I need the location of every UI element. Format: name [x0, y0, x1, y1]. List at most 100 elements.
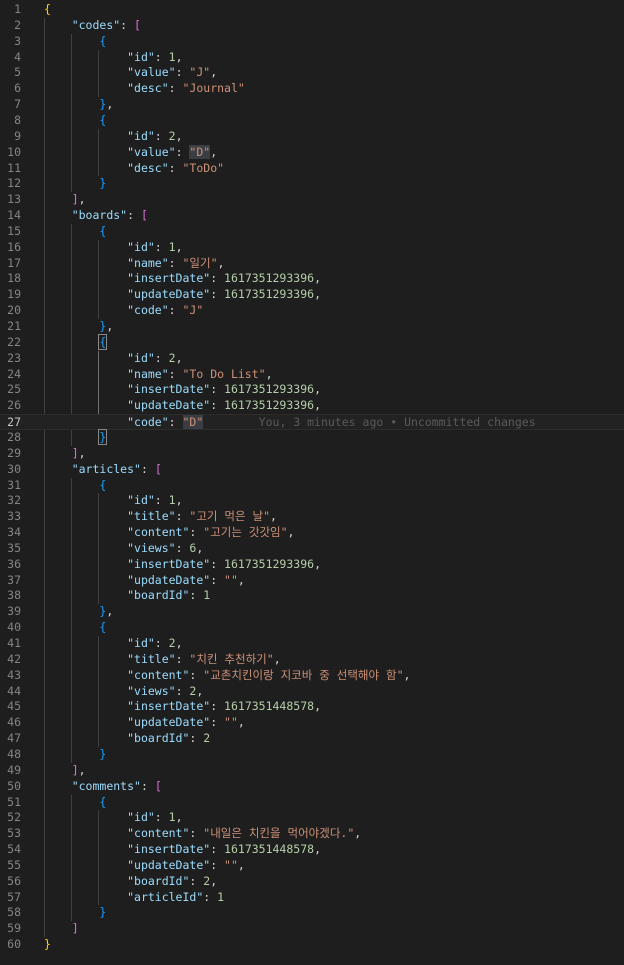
code-line[interactable]: 57 "articleId": 1 — [0, 890, 624, 906]
code-line[interactable]: 4 "id": 1, — [0, 50, 624, 66]
code-line[interactable]: 48 } — [0, 747, 624, 763]
code-line[interactable]: 11 "desc": "ToDo" — [0, 161, 624, 177]
code-line[interactable]: 36 "insertDate": 1617351293396, — [0, 557, 624, 573]
code-line[interactable]: 25 "insertDate": 1617351293396, — [0, 382, 624, 398]
code-line[interactable]: 3 { — [0, 34, 624, 50]
code-token: "고기 먹은 날" — [189, 509, 271, 524]
code-line[interactable]: 42 "title": "치킨 추천하기", — [0, 652, 624, 668]
code-token: : — [168, 255, 183, 270]
code-token: "" — [224, 857, 238, 872]
code-line[interactable]: 1{ — [0, 2, 624, 18]
code-token: { — [99, 477, 107, 492]
code-line[interactable]: 44 "views": 2, — [0, 684, 624, 700]
code-token: "id" — [127, 810, 155, 825]
code-line[interactable]: 49 ], — [0, 763, 624, 779]
code-token: : — [168, 81, 183, 96]
line-code: "updateDate": 1617351293396, — [44, 398, 321, 414]
code-line[interactable]: 32 "id": 1, — [0, 493, 624, 509]
code-token: : — [140, 778, 155, 793]
code-token: : — [154, 128, 169, 143]
code-token: : — [140, 461, 155, 476]
code-line[interactable]: 41 "id": 2, — [0, 636, 624, 652]
line-code: "id": 1, — [44, 493, 182, 509]
line-code: "articles": [ — [44, 462, 162, 478]
code-line[interactable]: 23 "id": 2, — [0, 351, 624, 367]
code-token: 1 — [217, 889, 225, 904]
code-token: 1617351293396 — [224, 287, 315, 302]
code-line[interactable]: 19 "updateDate": 1617351293396, — [0, 287, 624, 303]
code-line[interactable]: 50 "comments": [ — [0, 779, 624, 795]
code-token: "ToDo" — [182, 160, 225, 175]
code-line[interactable]: 22 { — [0, 333, 624, 351]
code-token: , — [78, 192, 86, 207]
code-line[interactable]: 54 "insertDate": 1617351448578, — [0, 842, 624, 858]
code-line[interactable]: 45 "insertDate": 1617351448578, — [0, 699, 624, 715]
code-line[interactable]: 20 "code": "J" — [0, 303, 624, 319]
code-line[interactable]: 31 { — [0, 478, 624, 494]
line-number: 36 — [7, 556, 21, 571]
line-number: 43 — [7, 667, 21, 682]
code-line[interactable]: 30 "articles": [ — [0, 462, 624, 478]
code-line[interactable]: 18 "insertDate": 1617351293396, — [0, 271, 624, 287]
code-token: : — [210, 572, 225, 587]
code-line[interactable]: 34 "content": "고기는 갓갓임", — [0, 525, 624, 541]
code-line[interactable]: 33 "title": "고기 먹은 날", — [0, 509, 624, 525]
code-line[interactable]: 24 "name": "To Do List", — [0, 367, 624, 383]
code-line[interactable]: 15 { — [0, 224, 624, 240]
line-code: "insertDate": 1617351293396, — [44, 271, 321, 287]
code-line[interactable]: 43 "content": "교촌치킨이랑 지코바 중 선택해야 함", — [0, 668, 624, 684]
code-line[interactable]: 58 } — [0, 905, 624, 921]
code-line[interactable]: 51 { — [0, 795, 624, 811]
line-number: 13 — [7, 192, 21, 207]
code-line[interactable]: 35 "views": 6, — [0, 541, 624, 557]
code-line[interactable]: 27 "code": "D" You, 3 minutes ago • Unco… — [0, 414, 624, 430]
code-line[interactable]: 16 "id": 1, — [0, 240, 624, 256]
code-line[interactable]: 13 ], — [0, 192, 624, 208]
code-line[interactable]: 9 "id": 2, — [0, 129, 624, 145]
code-line[interactable]: 39 }, — [0, 604, 624, 620]
code-line[interactable]: 14 "boards": [ — [0, 208, 624, 224]
code-token: "id" — [127, 493, 155, 508]
code-line[interactable]: 59 ] — [0, 921, 624, 937]
code-line[interactable]: 46 "updateDate": "", — [0, 715, 624, 731]
code-editor[interactable]: 1{2 "codes": [3 {4 "id": 1, 5 "value": "J… — [0, 0, 624, 965]
code-line[interactable]: 10 "value": "D", — [0, 144, 624, 161]
code-line[interactable]: 53 "content": "내일은 치킨을 먹어야겠다.", — [0, 826, 624, 842]
code-line[interactable]: 28 } — [0, 428, 624, 446]
line-code: } — [44, 428, 108, 446]
code-line[interactable]: 52 "id": 1, — [0, 810, 624, 826]
code-line[interactable]: 26 "updateDate": 1617351293396, — [0, 398, 624, 414]
line-number: 21 — [7, 319, 21, 333]
code-token: , — [175, 636, 183, 650]
code-line[interactable]: 37 "updateDate": "", — [0, 573, 624, 589]
code-line[interactable]: 40 { — [0, 620, 624, 636]
code-line[interactable]: 2 "codes": [ — [0, 18, 624, 34]
code-line[interactable]: 12 } — [0, 176, 624, 192]
code-line[interactable]: 38 "boardId": 1 — [0, 588, 624, 604]
code-line[interactable]: 6 "desc": "Journal" — [0, 81, 624, 97]
code-line[interactable]: 7 }, — [0, 97, 624, 113]
code-line[interactable]: 21 }, — [0, 319, 624, 335]
code-line[interactable]: 5 "value": "J", — [0, 65, 624, 81]
line-code: "insertDate": 1617351448578, — [44, 699, 321, 715]
code-line[interactable]: 60} — [0, 937, 624, 953]
code-token: 2 — [168, 636, 176, 650]
code-token: "J" — [182, 303, 204, 318]
code-line[interactable]: 47 "boardId": 2 — [0, 731, 624, 747]
code-line[interactable]: 8 { — [0, 113, 624, 129]
code-line[interactable]: 17 "name": "일기", — [0, 256, 624, 272]
line-code: { — [44, 224, 106, 240]
code-line[interactable]: 56 "boardId": 2, — [0, 874, 624, 890]
code-token: : — [210, 556, 225, 571]
line-code: ], — [44, 192, 86, 208]
code-line[interactable]: 29 ], — [0, 446, 624, 462]
code-line[interactable]: 55 "updateDate": "", — [0, 858, 624, 874]
